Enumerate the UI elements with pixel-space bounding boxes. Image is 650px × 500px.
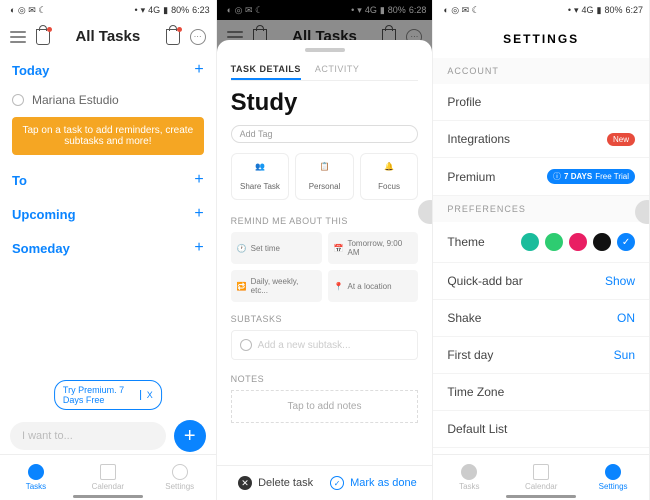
task-title[interactable]: Study — [231, 89, 419, 117]
status-bar: ◐ ◎ ✉ ☾ •▾4G▮ 80%6:23 — [0, 0, 216, 20]
row-profile[interactable]: Profile — [433, 84, 649, 121]
section-upcoming[interactable]: Upcoming+ — [12, 197, 204, 231]
section-account: ACCOUNT — [433, 58, 649, 84]
section-preferences: PREFERENCES — [433, 196, 649, 222]
section-someday[interactable]: Someday+ — [12, 231, 204, 265]
nav-calendar[interactable]: Calendar — [72, 455, 144, 500]
focus-button[interactable]: 🔔Focus — [360, 153, 419, 200]
checkbox-icon[interactable] — [12, 94, 24, 106]
notes-header: NOTES — [231, 374, 419, 384]
tab-activity[interactable]: ACTIVITY — [315, 60, 360, 80]
topbar: All Tasks ⋯ — [0, 20, 216, 53]
share-icon: 👥 — [236, 162, 285, 178]
row-theme: Theme ✓ — [433, 222, 649, 263]
row-premium[interactable]: Premiumⓘ 7 DAYS Free Trial — [433, 158, 649, 196]
set-date-chip[interactable]: 📅 Tomorrow, 9:00 AM — [328, 232, 419, 264]
nav-tasks[interactable]: Tasks — [433, 455, 505, 500]
page-title: SETTINGS — [433, 20, 649, 58]
screen-tasks: ◐ ◎ ✉ ☾ •▾4G▮ 80%6:23 All Tasks ⋯ Today+… — [0, 0, 217, 500]
more-icon[interactable]: ⋯ — [190, 29, 206, 45]
quick-add-bar: I want to... + — [10, 420, 206, 452]
trial-badge: ⓘ 7 DAYS Free Trial — [547, 169, 635, 184]
quick-add-input[interactable]: I want to... — [10, 422, 166, 450]
menu-icon[interactable] — [10, 31, 26, 43]
nav-tasks[interactable]: Tasks — [0, 455, 72, 500]
reminders-header: REMIND ME ABOUT THIS — [231, 216, 419, 226]
row-firstday[interactable]: First daySun — [433, 337, 649, 374]
status-bar: ◐ ◎ ✉ ☾ •▾4G▮ 80%6:27 — [433, 0, 649, 20]
edge-handle[interactable] — [418, 200, 433, 224]
nav-settings[interactable]: Settings — [144, 455, 216, 500]
task-detail-sheet: TASK DETAILS ACTIVITY Study Add Tag 👥Sha… — [217, 40, 433, 500]
section-today[interactable]: Today+ — [12, 53, 204, 87]
set-time-chip[interactable]: 🕐 Set time — [231, 232, 322, 264]
notes-input[interactable]: Tap to add notes — [231, 390, 419, 423]
bag-icon[interactable] — [36, 29, 50, 45]
detail-tabs: TASK DETAILS ACTIVITY — [231, 60, 419, 81]
add-task-button[interactable]: + — [174, 420, 206, 452]
theme-dot[interactable] — [521, 233, 539, 251]
mark-done-button[interactable]: ✓Mark as done — [325, 476, 423, 490]
share-task-button[interactable]: 👥Share Task — [231, 153, 290, 200]
location-chip[interactable]: 📍 At a location — [328, 270, 419, 302]
list-button[interactable]: 📋Personal — [295, 153, 354, 200]
row-defaultlist[interactable]: Default List — [433, 411, 649, 448]
section-tomorrow[interactable]: To+ — [12, 163, 204, 197]
drag-handle[interactable] — [305, 48, 345, 52]
bell-icon: 🔔 — [365, 162, 414, 178]
premium-banner[interactable]: Try Premium. 7 Days FreeX — [54, 380, 162, 410]
new-badge: New — [607, 133, 635, 146]
delete-task-button[interactable]: ✕Delete task — [227, 476, 325, 490]
task-row[interactable]: Mariana Estudio — [12, 87, 204, 113]
row-timezone[interactable]: Time Zone — [433, 374, 649, 411]
nav-settings[interactable]: Settings — [577, 455, 649, 500]
add-subtask-input[interactable]: Add a new subtask... — [231, 330, 419, 360]
subtasks-header: SUBTASKS — [231, 314, 419, 324]
screen-task-detail: ◐ ◎ ✉ ☾ •▾4G▮ 80%6:28 All Tasks ⋯ TASK D… — [217, 0, 434, 500]
check-icon: ✓ — [330, 476, 344, 490]
theme-picker: ✓ — [521, 233, 635, 251]
nav-calendar[interactable]: Calendar — [505, 455, 577, 500]
theme-dot[interactable] — [545, 233, 563, 251]
add-tag-button[interactable]: Add Tag — [231, 125, 419, 143]
theme-dot[interactable] — [593, 233, 611, 251]
app-title: All Tasks — [60, 28, 156, 45]
list-icon: 📋 — [300, 162, 349, 178]
close-icon: ✕ — [238, 476, 252, 490]
bottom-nav: Tasks Calendar Settings — [0, 454, 216, 500]
bottom-nav: Tasks Calendar Settings — [433, 454, 649, 500]
close-icon[interactable]: X — [140, 390, 153, 400]
row-shake[interactable]: ShakeON — [433, 300, 649, 337]
add-icon[interactable]: + — [194, 61, 203, 79]
onboarding-tooltip: Tap on a task to add reminders, create s… — [12, 117, 204, 155]
row-integrations[interactable]: IntegrationsNew — [433, 121, 649, 158]
theme-dot-selected[interactable]: ✓ — [617, 233, 635, 251]
bag-icon-2[interactable] — [166, 29, 180, 45]
tab-details[interactable]: TASK DETAILS — [231, 60, 301, 80]
screen-settings: ◐ ◎ ✉ ☾ •▾4G▮ 80%6:27 SETTINGS ACCOUNT P… — [433, 0, 650, 500]
theme-dot[interactable] — [569, 233, 587, 251]
repeat-chip[interactable]: 🔁 Daily, weekly, etc... — [231, 270, 322, 302]
row-quickadd[interactable]: Quick-add barShow — [433, 263, 649, 300]
home-indicator — [73, 495, 143, 498]
home-indicator — [506, 495, 576, 498]
